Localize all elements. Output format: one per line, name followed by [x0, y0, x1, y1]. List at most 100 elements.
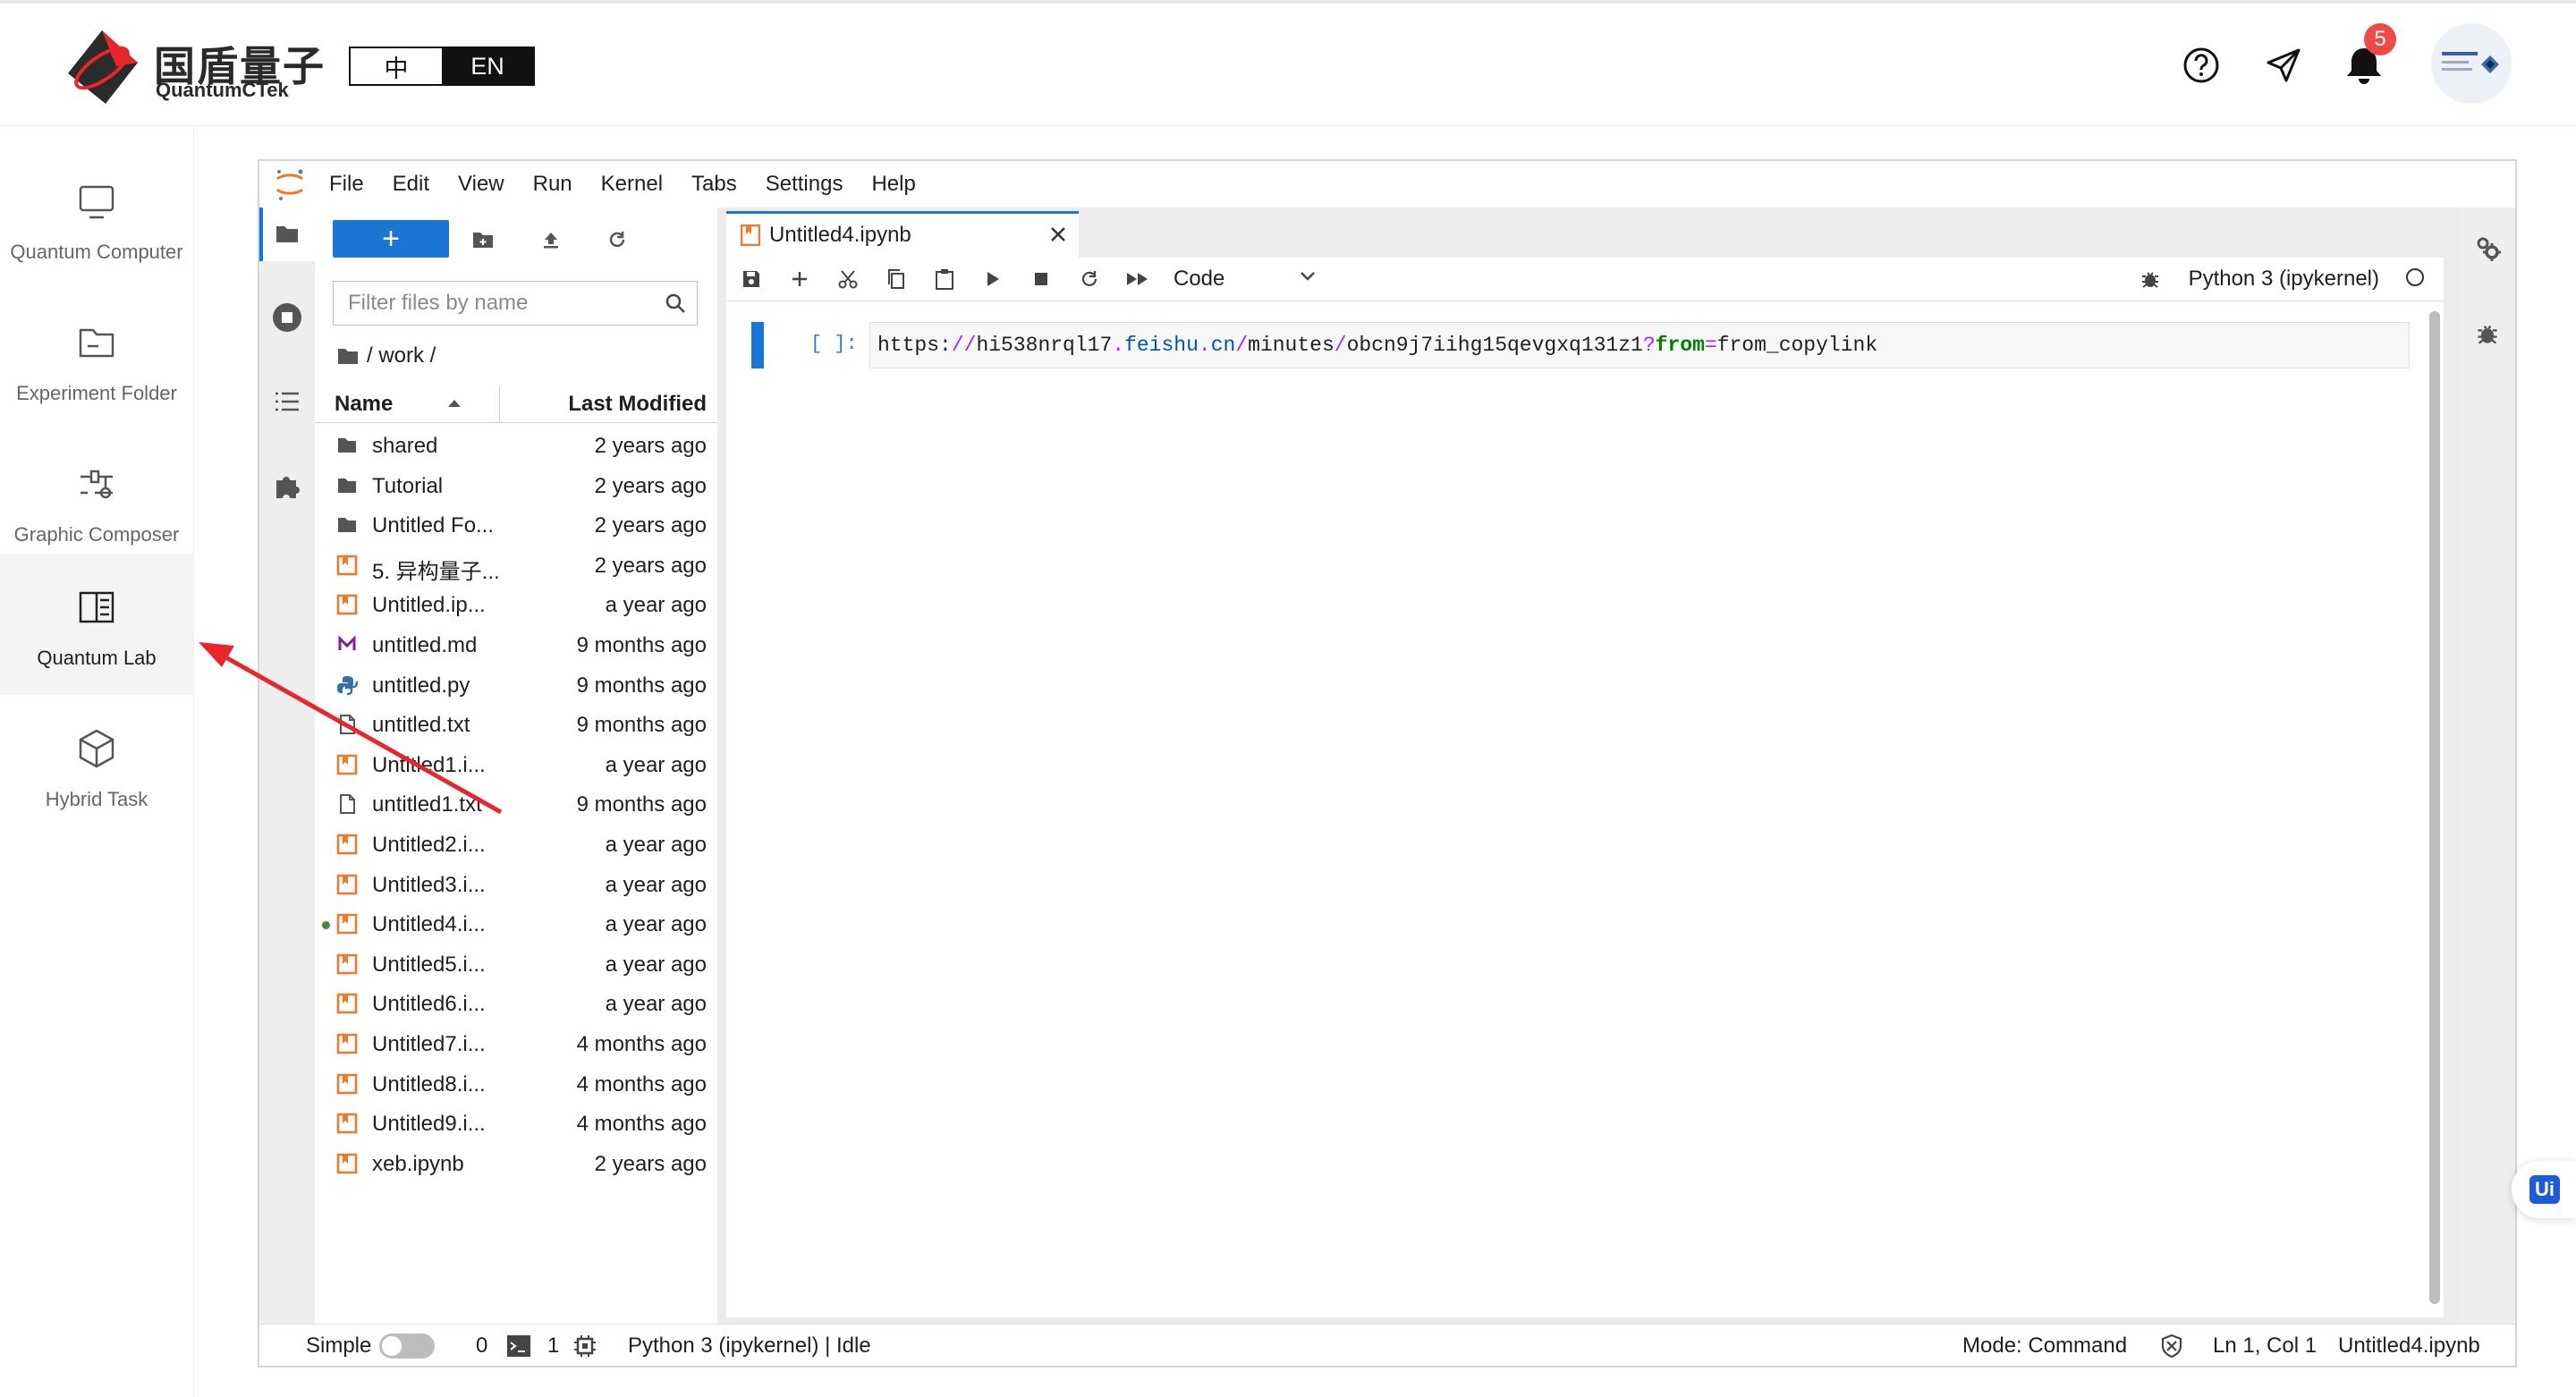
file-row[interactable]: 5. 异构量子... 2 years ago [315, 546, 717, 586]
column-modified-header[interactable]: Last Modified [568, 392, 707, 417]
filter-files-input[interactable] [334, 282, 684, 325]
nav-quantum-lab[interactable]: Quantum Lab [0, 554, 193, 695]
file-row[interactable]: untitled1.txt 9 months ago [315, 784, 717, 825]
nav-hybrid-task[interactable]: Hybrid Task [0, 695, 193, 836]
file-row[interactable]: untitled.py 9 months ago [315, 665, 717, 706]
code-token: . [1112, 334, 1125, 357]
send-icon[interactable] [2261, 43, 2306, 88]
cell-editor[interactable]: https://hi538nrql17.feishu.cn/minutes/ob… [869, 322, 2410, 368]
file-name: Tutorial [372, 473, 444, 498]
trusted-shield-icon[interactable] [2159, 1334, 2184, 1359]
tab-untitled4[interactable]: Untitled4.ipynb [726, 211, 1079, 258]
menu-kernel[interactable]: Kernel [601, 172, 663, 197]
menu-tabs[interactable]: Tabs [691, 172, 737, 197]
file-row[interactable]: Untitled4.i... a year ago [315, 904, 717, 944]
file-name: Untitled9.i... [372, 1112, 486, 1137]
new-folder-icon[interactable] [465, 222, 501, 258]
notebook-scrollbar[interactable] [2429, 311, 2440, 1304]
nav-graphic-composer[interactable]: Graphic Composer [0, 430, 193, 572]
file-row[interactable]: Untitled7.i... 4 months ago [315, 1024, 717, 1064]
property-inspector-icon[interactable] [2469, 229, 2506, 267]
terminal-icon[interactable] [506, 1334, 531, 1359]
run-icon[interactable] [977, 263, 1009, 295]
menu-help[interactable]: Help [871, 172, 915, 197]
table-of-contents-icon[interactable] [267, 381, 308, 422]
kernel-name[interactable]: Python 3 (ipykernel) [2189, 267, 2379, 292]
lang-zh-button[interactable]: 中 [351, 48, 442, 84]
logo[interactable]: 国盾量子 QuantumCTek [61, 27, 324, 107]
file-row[interactable]: Untitled.ip... a year ago [315, 585, 717, 625]
cursor-position[interactable]: Ln 1, Col 1 [2213, 1334, 2317, 1359]
file-modified: 4 months ago [576, 1112, 707, 1137]
nav-label: Experiment Folder [16, 382, 177, 404]
notebook-icon [336, 953, 358, 975]
floating-assistant-button[interactable]: Ui [2512, 1161, 2576, 1218]
language-switch[interactable]: 中 EN [349, 47, 535, 86]
breadcrumb[interactable]: / work / [336, 340, 436, 372]
column-name-header[interactable]: Name [335, 392, 393, 417]
debugger-icon[interactable] [2134, 263, 2166, 295]
cell-collapser[interactable] [751, 322, 764, 368]
refresh-icon[interactable] [599, 222, 635, 258]
nav-quantum-computer[interactable]: Quantum Computer [0, 148, 193, 289]
code-cell[interactable]: [ ]: https://hi538nrql17.feishu.cn/minut… [751, 322, 2415, 370]
copy-icon[interactable] [880, 263, 912, 295]
file-row[interactable]: untitled.md 9 months ago [315, 625, 717, 665]
file-modified: 2 years ago [594, 1151, 707, 1176]
file-row[interactable]: untitled.txt 9 months ago [315, 705, 717, 745]
menu-settings[interactable]: Settings [766, 172, 843, 197]
extensions-icon[interactable] [267, 465, 308, 506]
file-row[interactable]: Untitled8.i... 4 months ago [315, 1064, 717, 1105]
nav-experiment-folder[interactable]: Experiment Folder [0, 289, 193, 430]
new-launcher-button[interactable]: + [333, 220, 449, 258]
save-icon[interactable] [735, 263, 767, 295]
filter-files-field[interactable] [333, 281, 698, 326]
file-row[interactable]: Untitled5.i... a year ago [315, 944, 717, 985]
menu-view[interactable]: View [458, 172, 504, 197]
restart-icon[interactable] [1073, 263, 1106, 295]
close-icon[interactable] [1048, 224, 1068, 244]
help-icon[interactable] [2179, 43, 2224, 88]
file-row[interactable]: Tutorial 2 years ago [315, 466, 717, 506]
cut-icon[interactable] [832, 263, 864, 295]
file-row[interactable]: Untitled Fo... 2 years ago [315, 505, 717, 546]
kernels-count[interactable]: 1 [547, 1334, 559, 1359]
menu-edit[interactable]: Edit [393, 172, 429, 197]
paste-icon[interactable] [928, 263, 961, 295]
code-token: / [1235, 334, 1249, 357]
file-modified: 2 years ago [594, 513, 707, 538]
notebook-icon [336, 1153, 358, 1174]
code-token: feishu [1124, 334, 1199, 357]
file-row[interactable]: shared 2 years ago [315, 426, 717, 466]
file-row[interactable]: Untitled2.i... a year ago [315, 825, 717, 865]
file-modified: 2 years ago [594, 434, 707, 458]
file-browser-icon[interactable] [267, 213, 308, 254]
cell-type-select[interactable]: Code [1174, 265, 1317, 293]
notebook-icon [336, 834, 358, 855]
lang-en-button[interactable]: EN [442, 48, 533, 84]
simple-mode-toggle[interactable] [379, 1334, 435, 1359]
file-row[interactable]: xeb.ipynb 2 years ago [315, 1144, 717, 1184]
upload-icon[interactable] [533, 222, 569, 258]
menu-bar: File Edit View Run Kernel Tabs Settings … [259, 161, 2515, 208]
terminals-count[interactable]: 0 [476, 1334, 487, 1359]
kernel-status[interactable]: Python 3 (ipykernel) | Idle [628, 1334, 871, 1359]
file-row[interactable]: Untitled9.i... 4 months ago [315, 1104, 717, 1144]
kernel-chip-icon[interactable] [572, 1334, 597, 1359]
fast-forward-icon[interactable] [1122, 263, 1154, 295]
file-row[interactable]: Untitled3.i... a year ago [315, 865, 717, 905]
menu-file[interactable]: File [329, 172, 364, 197]
file-modified: a year ago [605, 872, 707, 897]
add-cell-icon[interactable] [784, 263, 816, 295]
jupyterlab-frame: File Edit View Run Kernel Tabs Settings … [258, 159, 2517, 1367]
stop-icon[interactable] [1025, 263, 1057, 295]
debugger-panel-icon[interactable] [2469, 315, 2506, 352]
file-row[interactable]: Untitled6.i... a year ago [315, 984, 717, 1024]
notebook-icon [336, 594, 358, 615]
menu-run[interactable]: Run [533, 172, 572, 197]
python-icon [336, 674, 358, 696]
avatar[interactable] [2431, 23, 2512, 104]
file-modified: 2 years ago [594, 473, 707, 498]
file-row[interactable]: Untitled1.i... a year ago [315, 745, 717, 785]
running-sessions-icon[interactable] [267, 297, 308, 338]
